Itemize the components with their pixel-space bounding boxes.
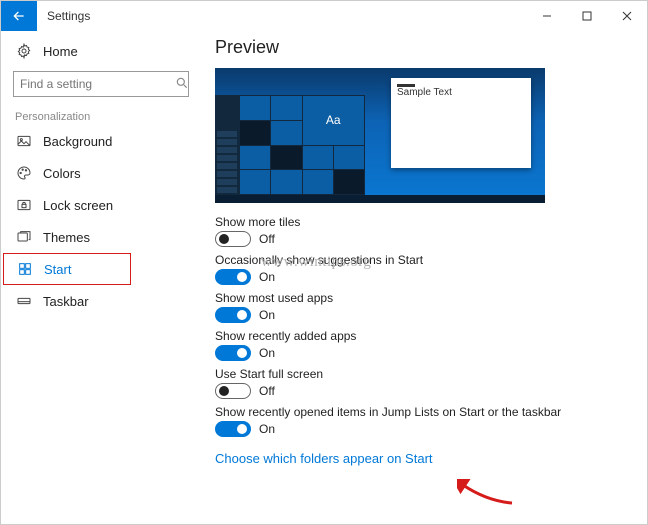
window-title: Settings xyxy=(37,1,527,31)
sidebar-item-colors[interactable]: Colors xyxy=(1,157,201,189)
preview-tile-aa: Aa xyxy=(303,96,365,145)
toggle-state: On xyxy=(259,422,275,436)
maximize-icon xyxy=(582,11,592,21)
search-field[interactable] xyxy=(20,77,175,91)
setting-label: Use Start full screen xyxy=(215,367,633,381)
setting-label: Show more tiles xyxy=(215,215,633,229)
close-icon xyxy=(622,11,632,21)
sidebar-item-label: Colors xyxy=(43,166,81,181)
sidebar-item-taskbar[interactable]: Taskbar xyxy=(1,285,201,317)
toggle-switch[interactable] xyxy=(215,307,251,323)
setting-label: Show recently opened items in Jump Lists… xyxy=(215,405,633,419)
search-input[interactable] xyxy=(13,71,189,97)
minimize-icon xyxy=(542,11,552,21)
sidebar-item-background[interactable]: Background xyxy=(1,125,201,157)
choose-folders-link[interactable]: Choose which folders appear on Start xyxy=(215,451,433,466)
setting-label: Show recently added apps xyxy=(215,329,633,343)
lockscreen-icon xyxy=(15,196,33,214)
sidebar-item-lockscreen[interactable]: Lock screen xyxy=(1,189,201,221)
start-icon xyxy=(16,260,34,278)
toggle-switch[interactable] xyxy=(215,383,251,399)
palette-icon xyxy=(15,164,33,182)
gear-icon xyxy=(15,42,33,60)
minimize-button[interactable] xyxy=(527,1,567,31)
search-icon xyxy=(175,76,189,93)
setting-label: Show most used apps xyxy=(215,291,633,305)
close-button[interactable] xyxy=(607,1,647,31)
titlebar: Settings xyxy=(1,1,647,31)
toggle-state: On xyxy=(259,346,275,360)
sidebar-item-label: Start xyxy=(44,262,71,277)
toggle-state: Off xyxy=(259,384,275,398)
toggle-state: Off xyxy=(259,232,275,246)
toggle-switch[interactable] xyxy=(215,345,251,361)
preview-thumbnail: Aa Sample Text xyxy=(215,68,545,203)
toggle-state: On xyxy=(259,270,275,284)
arrow-left-icon xyxy=(11,8,27,24)
toggle-switch[interactable] xyxy=(215,421,251,437)
sidebar-item-label: Taskbar xyxy=(43,294,89,309)
maximize-button[interactable] xyxy=(567,1,607,31)
page-heading: Preview xyxy=(215,37,633,58)
preview-sample-text: Sample Text xyxy=(391,87,531,98)
sidebar: Home Personalization Background Colors L… xyxy=(1,31,201,524)
main-panel: Preview Aa Sample Text Show more tiles Of… xyxy=(201,31,647,524)
setting-label: Occasionally show suggestions in Start xyxy=(215,253,633,267)
toggle-switch[interactable] xyxy=(215,269,251,285)
themes-icon xyxy=(15,228,33,246)
window-controls xyxy=(527,1,647,31)
sidebar-item-label: Lock screen xyxy=(43,198,113,213)
sidebar-item-themes[interactable]: Themes xyxy=(1,221,201,253)
sidebar-home-label: Home xyxy=(43,44,78,59)
sidebar-section-label: Personalization xyxy=(1,103,201,125)
taskbar-icon xyxy=(15,292,33,310)
sidebar-home[interactable]: Home xyxy=(1,37,201,65)
picture-icon xyxy=(15,132,33,150)
back-button[interactable] xyxy=(1,1,37,31)
preview-window: Sample Text xyxy=(391,78,531,168)
toggle-state: On xyxy=(259,308,275,322)
sidebar-item-start[interactable]: Start xyxy=(3,253,131,285)
sidebar-item-label: Themes xyxy=(43,230,90,245)
toggle-switch[interactable] xyxy=(215,231,251,247)
sidebar-item-label: Background xyxy=(43,134,112,149)
